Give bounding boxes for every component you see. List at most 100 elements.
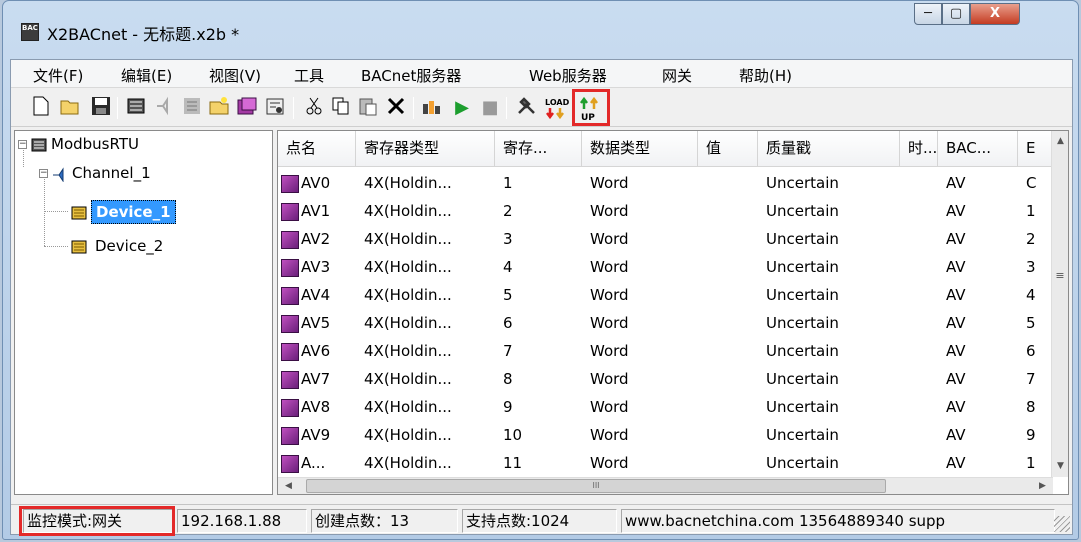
scroll-down-icon[interactable]: ▼ — [1052, 458, 1068, 475]
scroll-up-icon[interactable]: ▲ — [1052, 133, 1068, 150]
table-cell — [698, 365, 758, 393]
cut-icon[interactable] — [302, 96, 326, 120]
scroll-thumb-grip[interactable]: ≡ — [1054, 269, 1066, 285]
cell-extra: 1 — [1026, 454, 1036, 472]
cell-register-type: 4X(Holdin... — [364, 258, 452, 276]
tree-node-device-2[interactable]: Device_2 — [71, 235, 163, 257]
cell-name: AV4 — [301, 286, 331, 304]
cell-quality: Uncertain — [766, 314, 839, 332]
scroll-left-icon[interactable]: ◀ — [280, 478, 297, 494]
menu-edit[interactable]: 编辑(E) — [121, 65, 172, 86]
table-cell: Uncertain — [758, 421, 900, 449]
table-row[interactable]: A... 4X(Holdin... 11 Word Uncertain AV 1 — [278, 449, 1053, 477]
save-icon[interactable] — [89, 96, 113, 120]
col-header-value[interactable]: 值 — [698, 131, 758, 167]
delete-icon[interactable] — [384, 96, 408, 120]
menu-file[interactable]: 文件(F) — [33, 65, 83, 86]
new-file-icon[interactable] — [29, 96, 53, 120]
cell-name: AV5 — [301, 314, 331, 332]
tree-line — [44, 211, 68, 212]
minimize-button[interactable]: ─ — [914, 3, 942, 25]
menu-tools[interactable]: 工具 — [294, 65, 324, 86]
table-row[interactable]: AV3 4X(Holdin... 4 Word Uncertain AV 3 — [278, 253, 1053, 281]
cell-quality: Uncertain — [766, 426, 839, 444]
open-folder-icon[interactable] — [59, 96, 83, 120]
table-row[interactable]: AV6 4X(Holdin... 7 Word Uncertain AV 6 — [278, 337, 1053, 365]
add-point-icon[interactable] — [180, 96, 204, 120]
horizontal-scroll-thumb[interactable]: III — [306, 479, 886, 493]
collapse-icon[interactable]: − — [18, 140, 27, 149]
table-cell: Word — [582, 169, 698, 197]
table-cell: 5 — [495, 281, 582, 309]
paste-icon[interactable] — [356, 96, 380, 120]
load-download-icon[interactable]: LOAD — [541, 96, 575, 120]
menu-gateway[interactable]: 网关 — [662, 65, 692, 86]
col-header-bacnet-type[interactable]: BAC... — [938, 131, 1018, 167]
table-row[interactable]: AV9 4X(Holdin... 10 Word Uncertain AV 9 — [278, 421, 1053, 449]
tree-line — [44, 246, 68, 247]
cell-register-type: 4X(Holdin... — [364, 454, 452, 472]
cell-register: 3 — [503, 230, 513, 248]
table-cell: 4X(Holdin... — [356, 253, 495, 281]
table-row[interactable]: AV7 4X(Holdin... 8 Word Uncertain AV 7 — [278, 365, 1053, 393]
stop-icon[interactable]: ■ — [478, 96, 502, 120]
tools-icon[interactable] — [515, 96, 539, 120]
cell-bacnet-type: AV — [946, 454, 966, 472]
col-header-register-type[interactable]: 寄存器类型 — [356, 131, 495, 167]
table-cell: 4X(Holdin... — [356, 449, 495, 477]
add-channel-icon[interactable] — [124, 96, 148, 120]
properties-icon[interactable] — [263, 96, 287, 120]
device-tree: − ModbusRTU − Channel_1 Device_1 Device_… — [14, 130, 273, 495]
tree-node-device-1[interactable]: Device_1 — [71, 200, 176, 224]
cell-bacnet-type: AV — [946, 398, 966, 416]
vertical-scrollbar[interactable]: ▲ ≡ ▼ — [1051, 131, 1068, 477]
table-row[interactable]: AV5 4X(Holdin... 6 Word Uncertain AV 5 — [278, 309, 1053, 337]
title-bar[interactable]: BAC X2BACnet - 无标题.x2b * ─ ▢ X — [3, 1, 1078, 59]
cell-data-type: Word — [590, 314, 629, 332]
cell-register-type: 4X(Holdin... — [364, 174, 452, 192]
maximize-button[interactable]: ▢ — [942, 3, 970, 25]
horizontal-scrollbar[interactable]: ◀ III ▶ — [278, 477, 1053, 494]
table-cell: Word — [582, 253, 698, 281]
menu-view[interactable]: 视图(V) — [209, 65, 261, 86]
cell-register-type: 4X(Holdin... — [364, 230, 452, 248]
cell-data-type: Word — [590, 258, 629, 276]
scroll-right-icon[interactable]: ▶ — [1034, 478, 1051, 494]
col-header-quality[interactable]: 质量戳 — [758, 131, 900, 167]
table-row[interactable]: AV8 4X(Holdin... 9 Word Uncertain AV 8 — [278, 393, 1053, 421]
col-header-register[interactable]: 寄存... — [495, 131, 582, 167]
window-title: X2BACnet - 无标题.x2b * — [47, 25, 240, 44]
table-cell: AV — [938, 421, 1018, 449]
batch-add-icon[interactable] — [235, 96, 259, 120]
collapse-icon[interactable]: − — [39, 169, 48, 178]
menu-web-server[interactable]: Web服务器 — [529, 65, 607, 86]
table-cell: Uncertain — [758, 169, 900, 197]
menu-help[interactable]: 帮助(H) — [739, 65, 792, 86]
close-button[interactable]: X — [970, 3, 1020, 25]
cell-register: 10 — [503, 426, 523, 444]
col-header-time[interactable]: 时... — [900, 131, 938, 167]
resize-grip[interactable] — [1054, 516, 1070, 532]
table-cell: AV — [938, 225, 1018, 253]
cell-quality: Uncertain — [766, 258, 839, 276]
new-item-icon[interactable] — [207, 96, 231, 120]
scan-icon[interactable] — [420, 96, 444, 120]
table-cell: Uncertain — [758, 253, 900, 281]
col-header-data-type[interactable]: 数据类型 — [582, 131, 698, 167]
table-row[interactable]: AV4 4X(Holdin... 5 Word Uncertain AV 4 — [278, 281, 1053, 309]
table-cell — [900, 421, 938, 449]
tree-node-channel[interactable]: Channel_1 — [52, 162, 151, 184]
col-header-name[interactable]: 点名 — [278, 131, 356, 167]
analog-point-icon — [281, 230, 299, 249]
tree-node-root[interactable]: ModbusRTU — [31, 133, 139, 155]
copy-icon[interactable] — [329, 96, 353, 120]
cell-extra: 2 — [1026, 230, 1036, 248]
table-cell: AV2 — [278, 225, 356, 253]
table-row[interactable]: AV1 4X(Holdin... 2 Word Uncertain AV 1 — [278, 197, 1053, 225]
table-row[interactable]: AV0 4X(Holdin... 1 Word Uncertain AV C — [278, 169, 1053, 197]
table-cell: Uncertain — [758, 337, 900, 365]
run-icon[interactable]: ▶ — [450, 96, 474, 120]
add-device-icon[interactable] — [152, 96, 176, 120]
table-row[interactable]: AV2 4X(Holdin... 3 Word Uncertain AV 2 — [278, 225, 1053, 253]
menu-bacnet-server[interactable]: BACnet服务器 — [361, 65, 461, 86]
